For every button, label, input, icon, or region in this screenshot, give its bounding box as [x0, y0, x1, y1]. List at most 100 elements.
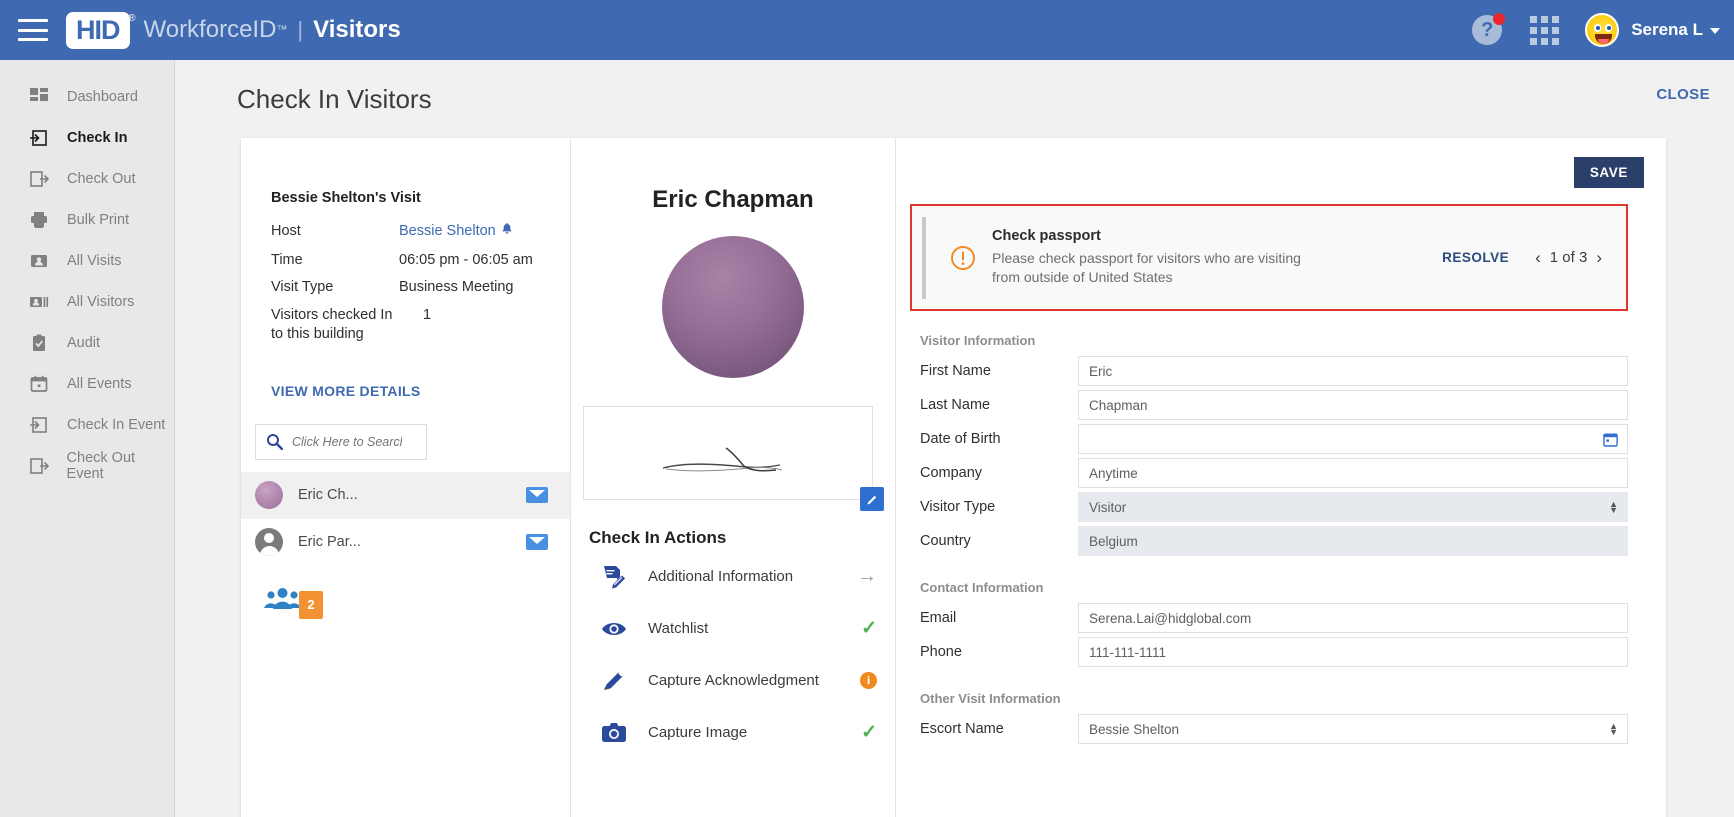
- escort-name-select[interactable]: Bessie Shelton ▲ ▼: [1078, 714, 1628, 744]
- date-of-birth-field[interactable]: [1078, 424, 1628, 454]
- sidebar-item-all-visits[interactable]: All Visits: [0, 240, 174, 281]
- mail-icon[interactable]: [526, 534, 548, 551]
- sidebar-item-label: All Visitors: [67, 293, 135, 310]
- app-name: Visitors: [313, 16, 401, 43]
- list-item[interactable]: Eric Par...: [241, 519, 570, 566]
- apps-grid-icon[interactable]: [1530, 15, 1560, 45]
- select-arrows-icon: ▲ ▼: [1609, 499, 1618, 515]
- field-first-name: First Name Eric: [910, 354, 1646, 388]
- visitor-type-select[interactable]: Visitor ▲ ▼: [1078, 492, 1628, 522]
- close-button[interactable]: CLOSE: [1656, 86, 1710, 103]
- sidebar-item-label: Dashboard: [67, 88, 138, 105]
- bell-icon: [501, 223, 513, 243]
- visit-value: 06:05 pm - 06:05 am: [399, 251, 533, 268]
- check-in-icon: [29, 128, 53, 148]
- field-label: Visitor Type: [920, 499, 996, 515]
- dashboard-icon: [29, 87, 53, 107]
- alert-title: Check passport: [992, 228, 1101, 245]
- field-company: Company Anytime: [910, 456, 1646, 490]
- resolve-button[interactable]: RESOLVE: [1442, 250, 1509, 265]
- action-capture-image[interactable]: Capture Image ✓: [571, 709, 895, 756]
- visit-row-host: Host Bessie Shelton: [271, 222, 570, 243]
- visitor-name: Eric Par...: [298, 534, 361, 551]
- visitor-profile-panel: Eric Chapman Check In Actions Additional…: [571, 138, 896, 817]
- company-field[interactable]: Anytime: [1078, 458, 1628, 488]
- sidebar-item-check-in[interactable]: Check In: [0, 117, 174, 158]
- search-box[interactable]: [255, 423, 427, 460]
- edit-pencil-icon[interactable]: [860, 487, 884, 511]
- sidebar-item-dashboard[interactable]: Dashboard: [0, 76, 174, 117]
- visitor-photo: [662, 236, 804, 378]
- field-date-of-birth: Date of Birth: [910, 422, 1646, 456]
- page-header: Check In Visitors CLOSE: [175, 60, 1734, 115]
- sidebar-item-check-in-event[interactable]: Check In Event: [0, 404, 174, 445]
- visitor-full-name: Eric Chapman: [652, 186, 814, 213]
- signature-image: [662, 447, 783, 472]
- field-visitor-type: Visitor Type Visitor ▲ ▼: [910, 490, 1646, 524]
- action-status: →: [857, 565, 877, 588]
- form-edit-icon: [601, 564, 629, 590]
- view-more-details-link[interactable]: VIEW MORE DETAILS: [241, 383, 421, 399]
- avatar[interactable]: [1585, 13, 1620, 47]
- warning-icon: [950, 245, 976, 271]
- sidebar-item-label: All Events: [67, 375, 132, 392]
- action-capture-acknowledgment[interactable]: Capture Acknowledgment i: [571, 657, 895, 704]
- field-label: Country: [920, 533, 971, 549]
- field-label: First Name: [920, 363, 991, 379]
- visitor-name: Eric Ch...: [298, 487, 358, 504]
- first-name-field[interactable]: Eric: [1078, 356, 1628, 386]
- field-email: Email Serena.Lai@hidglobal.com: [910, 601, 1646, 635]
- hamburger-icon[interactable]: [18, 19, 48, 41]
- section-label-contact-information: Contact Information: [920, 580, 1044, 595]
- field-label: Date of Birth: [920, 431, 1001, 447]
- visit-details-panel: Bessie Shelton's Visit Host Bessie Shelt…: [241, 138, 571, 817]
- sidebar-item-label: Check In: [67, 129, 128, 146]
- avatar: [255, 481, 283, 510]
- sidebar: Dashboard Check In Check Out Bulk Print …: [0, 60, 175, 817]
- user-menu[interactable]: Serena L: [1631, 20, 1720, 40]
- sidebar-item-all-events[interactable]: All Events: [0, 363, 174, 404]
- alert-banner: Check passport Please check passport for…: [910, 204, 1628, 311]
- calendar-icon: [29, 374, 53, 394]
- check-in-actions-title: Check In Actions: [589, 528, 727, 547]
- last-name-field[interactable]: Chapman: [1078, 390, 1628, 420]
- check-icon: ✓: [861, 722, 877, 743]
- chevron-right-icon[interactable]: ›: [1596, 248, 1602, 268]
- check-in-card: SAVE Bessie Shelton's Visit Host Bessie …: [241, 138, 1666, 817]
- action-status: ✓: [861, 617, 877, 640]
- group-visitors-control[interactable]: 2: [241, 566, 570, 619]
- action-status: ✓: [861, 721, 877, 744]
- sidebar-item-all-visitors[interactable]: All Visitors: [0, 281, 174, 322]
- search-input[interactable]: [292, 434, 402, 449]
- brand-separator: |: [297, 17, 304, 42]
- action-watchlist[interactable]: Watchlist ✓: [571, 605, 895, 652]
- sidebar-item-check-out-event[interactable]: Check Out Event: [0, 445, 174, 486]
- visit-key: Visitors checked In to this building: [271, 306, 393, 343]
- visit-details-table: Host Bessie Shelton Time 06:05 pm - 06:0…: [241, 222, 570, 345]
- visit-key: Host: [271, 223, 301, 239]
- list-item[interactable]: Eric Ch...: [241, 471, 570, 519]
- sidebar-item-bulk-print[interactable]: Bulk Print: [0, 199, 174, 240]
- sidebar-item-check-out[interactable]: Check Out: [0, 158, 174, 199]
- top-bar: HID ® WorkforceID ™ | Visitors ? Serena L: [0, 0, 1734, 60]
- visitor-list: Eric Ch... Eric Par...: [241, 471, 570, 566]
- field-value: Eric: [1089, 363, 1113, 379]
- save-button[interactable]: SAVE: [1573, 157, 1644, 188]
- info-icon: i: [860, 672, 877, 689]
- host-link[interactable]: Bessie Shelton: [399, 222, 513, 243]
- mail-icon[interactable]: [526, 487, 548, 504]
- visit-key: Time: [271, 251, 303, 268]
- chevron-left-icon[interactable]: ‹: [1535, 248, 1541, 268]
- phone-field[interactable]: 111-111-1111: [1078, 637, 1628, 667]
- camera-icon: [601, 722, 629, 743]
- help-icon[interactable]: ?: [1472, 13, 1506, 45]
- visit-row-time: Time 06:05 pm - 06:05 am: [271, 251, 570, 271]
- eye-icon: [601, 619, 629, 639]
- action-additional-information[interactable]: Additional Information →: [571, 553, 895, 600]
- sidebar-item-audit[interactable]: Audit: [0, 322, 174, 363]
- visitor-form-panel: Check passport Please check passport for…: [896, 138, 1666, 817]
- check-icon: ✓: [861, 618, 877, 639]
- clipboard-check-icon: [29, 333, 53, 353]
- calendar-icon[interactable]: [1603, 432, 1618, 447]
- email-field[interactable]: Serena.Lai@hidglobal.com: [1078, 603, 1628, 633]
